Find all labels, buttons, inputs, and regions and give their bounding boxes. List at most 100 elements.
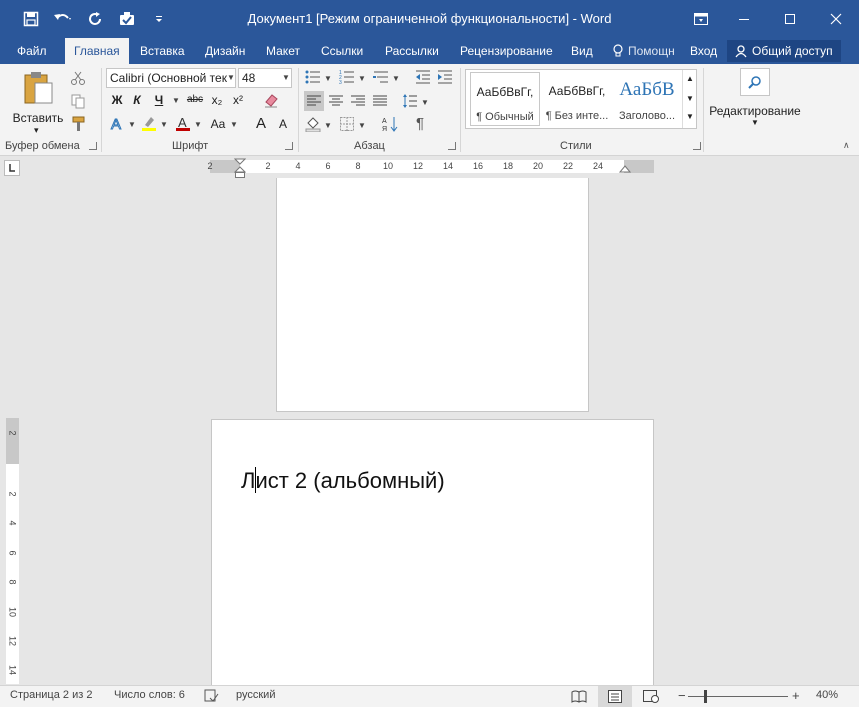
chevron-down-icon[interactable]: ▼ [686, 94, 694, 103]
grow-font-button[interactable]: A [254, 114, 268, 134]
styles-launcher-button[interactable] [693, 142, 701, 150]
zoom-out-button[interactable]: − [678, 688, 686, 703]
zoom-slider[interactable] [688, 696, 788, 697]
change-case-button[interactable]: Aa [206, 114, 230, 134]
chevron-down-icon[interactable]: ▼ [324, 121, 332, 130]
chevron-down-icon[interactable]: ▼ [128, 120, 136, 129]
tab-mailings[interactable]: Рассылки [376, 38, 448, 64]
language-indicator[interactable]: русский [236, 689, 275, 701]
tab-insert[interactable]: Вставка [131, 38, 194, 64]
font-name-field[interactable]: Calibri (Основной тек [106, 68, 236, 88]
shrink-font-button[interactable]: A [276, 114, 290, 134]
chevron-down-icon[interactable]: ▼ [172, 96, 180, 105]
share-button[interactable]: Общий доступ [727, 40, 841, 62]
maximize-button[interactable] [767, 0, 813, 38]
chevron-down-icon[interactable]: ▼ [160, 120, 168, 129]
tab-home[interactable]: Главная [65, 38, 129, 64]
font-color-button[interactable]: A [174, 114, 192, 132]
proofing-button[interactable] [203, 689, 219, 706]
strikethrough-button[interactable]: abc [184, 90, 206, 110]
italic-button[interactable]: К [128, 90, 146, 110]
tab-file[interactable]: Файл [8, 38, 56, 64]
styles-scrollbar[interactable]: ▲ ▼ ▼ [682, 70, 696, 128]
multilevel-list-button[interactable] [372, 68, 390, 86]
chevron-down-icon[interactable]: ▼ [227, 73, 235, 82]
font-launcher-button[interactable] [285, 142, 293, 150]
zoom-level[interactable]: 40% [816, 689, 838, 701]
ruler-number: 20 [532, 161, 544, 171]
editing-icon-box [740, 68, 770, 96]
paragraph-launcher-button[interactable] [448, 142, 456, 150]
tab-layout[interactable]: Макет [257, 38, 309, 64]
tab-review[interactable]: Рецензирование [451, 38, 562, 64]
close-button[interactable] [813, 0, 859, 38]
document-page-1[interactable] [276, 178, 589, 412]
highlight-button[interactable] [140, 114, 158, 132]
chevron-down-icon[interactable]: ▼ [324, 74, 332, 83]
format-painter-button[interactable] [69, 115, 87, 133]
justify-button[interactable] [371, 92, 389, 110]
page-count[interactable]: Страница 2 из 2 [10, 689, 92, 701]
print-layout-button[interactable] [598, 686, 632, 707]
editing-label: Редактирование [709, 104, 801, 118]
zoom-slider-thumb[interactable] [704, 690, 707, 703]
chevron-down-icon[interactable]: ▼ [392, 74, 400, 83]
chevron-down-icon[interactable]: ▼ [358, 121, 366, 130]
horizontal-ruler[interactable]: 2 2 4 6 8 10 12 14 16 18 20 22 24 [207, 160, 654, 173]
chevron-down-icon[interactable]: ▼ [282, 73, 290, 82]
ribbon-display-options-button[interactable] [681, 0, 721, 38]
clipboard-launcher-button[interactable] [89, 142, 97, 150]
right-indent-marker[interactable] [619, 165, 631, 174]
paste-button[interactable]: Вставить ▾ [10, 69, 66, 137]
sign-in-link[interactable]: Вход [690, 38, 717, 64]
tell-me-search[interactable]: Помощн [612, 38, 675, 64]
line-spacing-button[interactable] [401, 92, 419, 110]
align-left-button[interactable] [304, 91, 324, 111]
chevron-down-icon[interactable]: ▼ [421, 98, 429, 107]
editing-button[interactable]: Редактирование ▼ [706, 68, 804, 134]
collapse-ribbon-button[interactable]: ∧ [843, 140, 850, 151]
ruler-number: 2 [265, 161, 271, 171]
tab-references[interactable]: Ссылки [312, 38, 372, 64]
document-page-2[interactable]: Лист 2 (альбомный) [211, 419, 654, 685]
cut-button[interactable] [69, 69, 87, 87]
word-count[interactable]: Число слов: 6 [114, 689, 185, 701]
indent-markers[interactable] [234, 158, 246, 178]
text-effects-button[interactable]: A [108, 114, 126, 132]
borders-button[interactable] [338, 115, 356, 133]
style-no-spacing[interactable]: АаБбВвГг, ¶ Без инте... [542, 72, 612, 126]
shading-button[interactable] [304, 115, 322, 133]
copy-button[interactable] [69, 92, 87, 110]
increase-indent-button[interactable] [436, 68, 454, 86]
bold-button[interactable]: Ж [108, 90, 126, 110]
tab-view[interactable]: Вид [562, 38, 602, 64]
tab-selector[interactable] [4, 160, 20, 176]
underline-button[interactable]: Ч [150, 90, 168, 110]
chevron-down-icon[interactable]: ▼ [358, 74, 366, 83]
paragraph-group-label: Абзац [354, 140, 385, 152]
clear-formatting-button[interactable] [262, 91, 280, 109]
chevron-up-icon[interactable]: ▲ [686, 74, 694, 83]
bullets-button[interactable] [304, 68, 322, 86]
align-center-button[interactable] [327, 92, 345, 110]
decrease-indent-button[interactable] [414, 68, 432, 86]
align-right-button[interactable] [349, 92, 367, 110]
style-normal[interactable]: АаБбВвГг, ¶ Обычный [470, 72, 540, 126]
show-marks-button[interactable]: ¶ [412, 114, 428, 134]
page-2-text[interactable]: Лист 2 (альбомный) [241, 468, 445, 494]
web-layout-icon [643, 690, 659, 703]
sort-button[interactable]: АЯ [381, 115, 399, 133]
subscript-button[interactable]: x₂ [208, 90, 226, 110]
numbering-button[interactable]: 123 [338, 68, 356, 86]
superscript-button[interactable]: x² [229, 90, 247, 110]
gallery-more-icon[interactable]: ▼ [686, 112, 694, 121]
minimize-button[interactable] [721, 0, 767, 38]
zoom-in-button[interactable]: + [792, 688, 800, 703]
vertical-ruler[interactable]: 2 2 4 6 8 10 12 14 [6, 418, 19, 684]
web-layout-button[interactable] [634, 686, 668, 707]
read-mode-button[interactable] [562, 686, 596, 707]
style-heading-1[interactable]: АаБбВ Заголово... [612, 72, 682, 126]
chevron-down-icon[interactable]: ▼ [194, 120, 202, 129]
chevron-down-icon[interactable]: ▼ [230, 120, 238, 129]
tab-design[interactable]: Дизайн [196, 38, 254, 64]
